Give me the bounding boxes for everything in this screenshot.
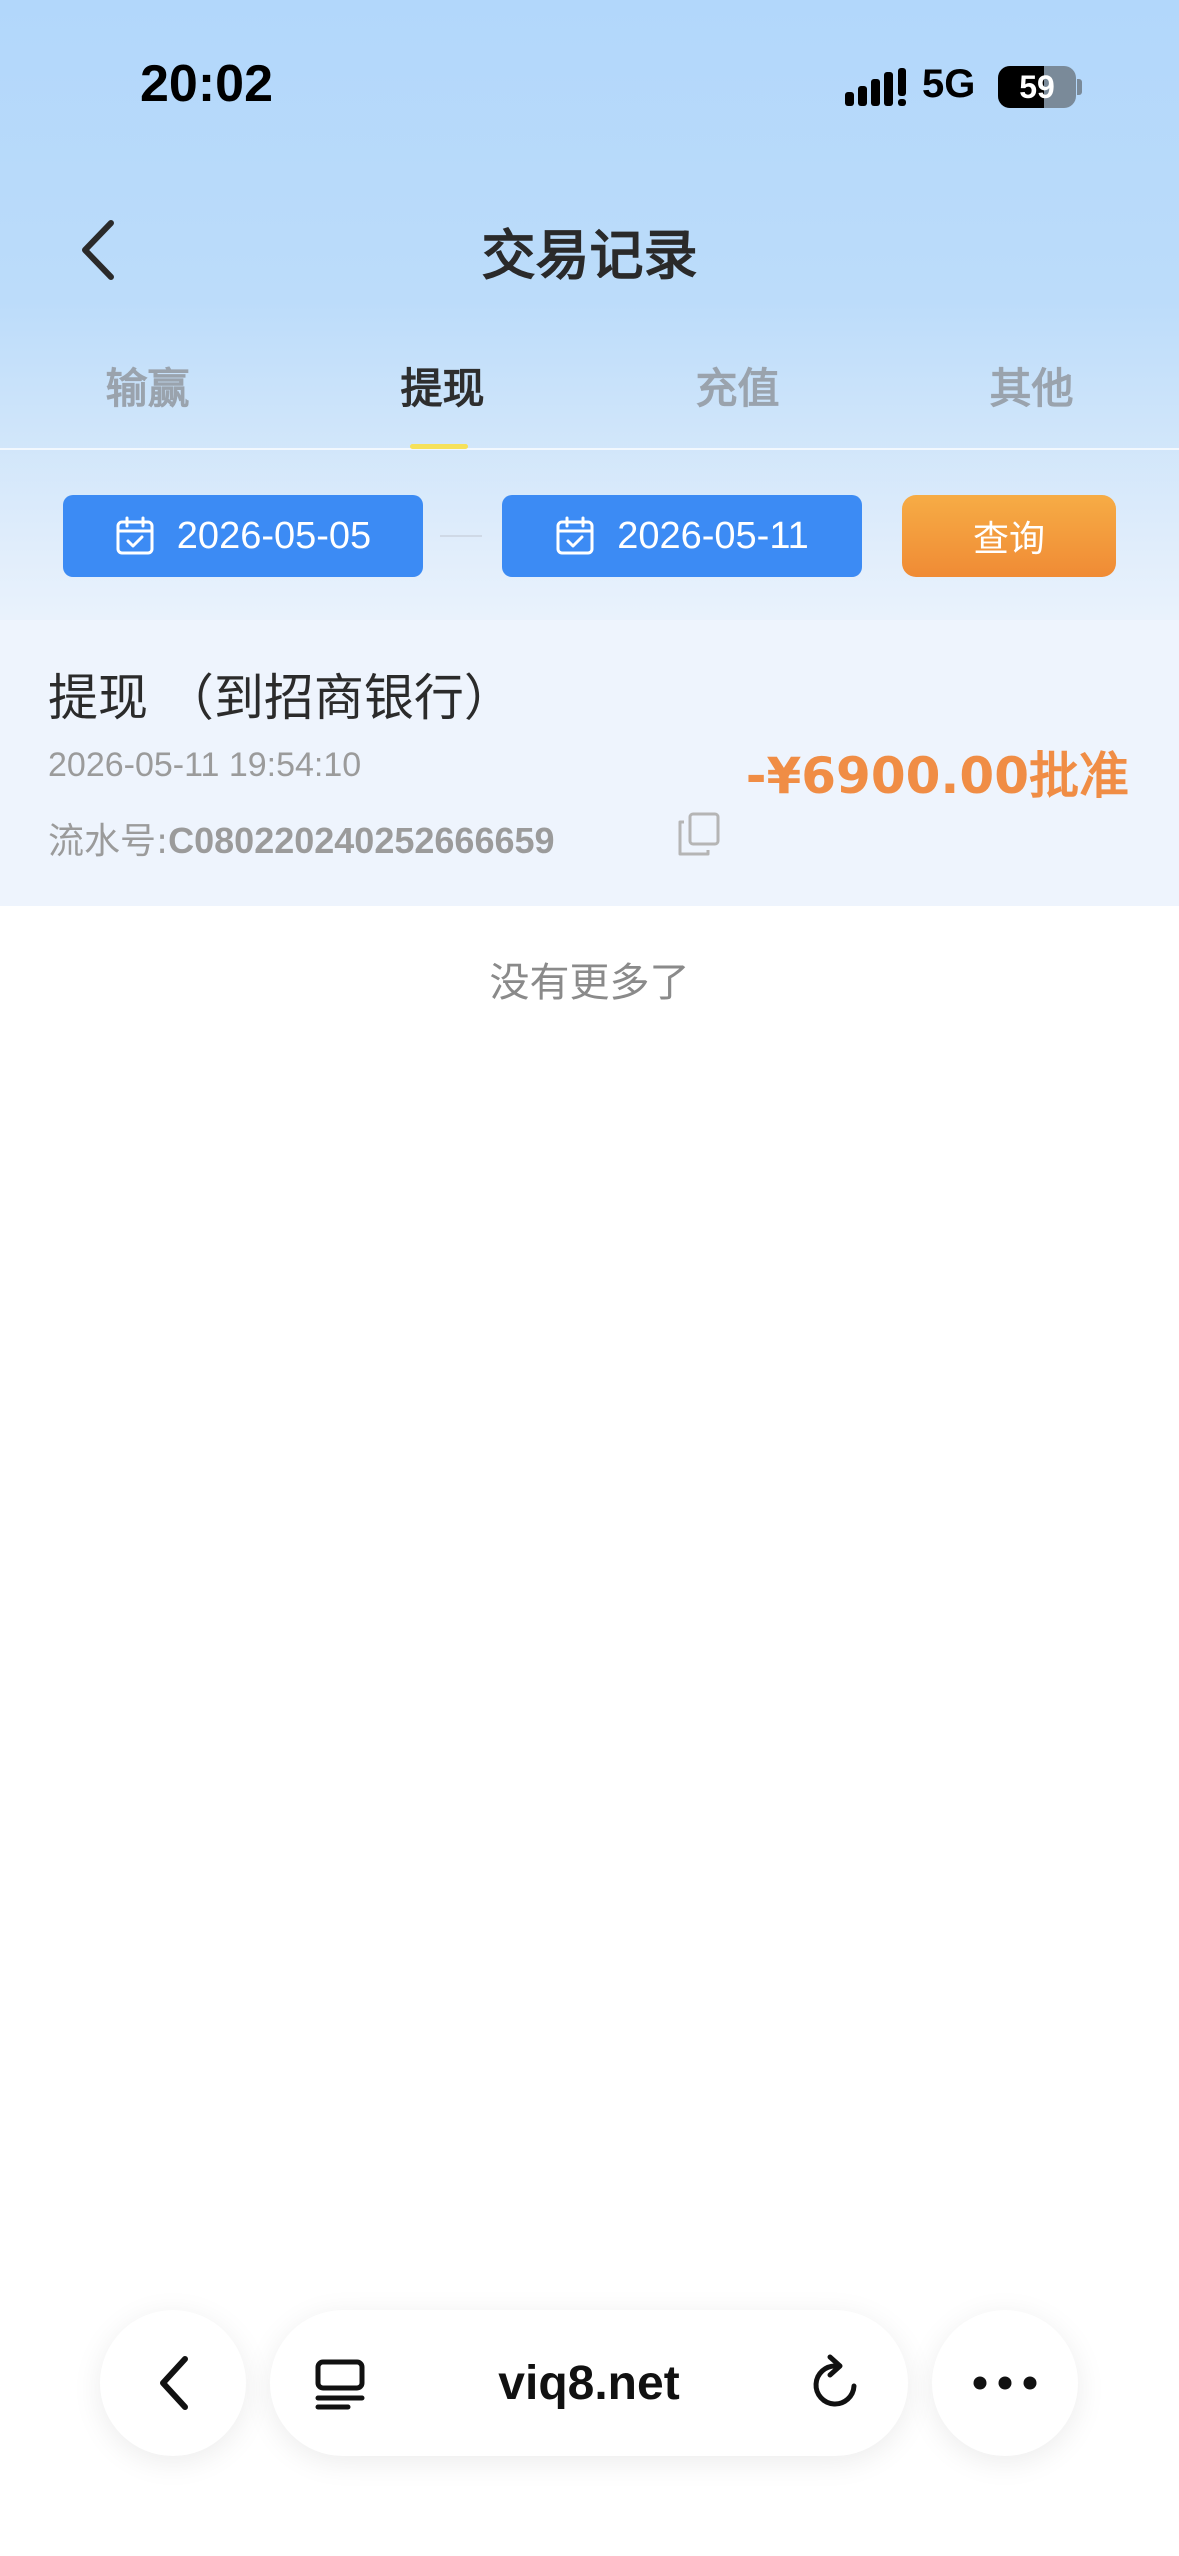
browser-toolbar: viq8.net — [0, 2300, 1179, 2460]
start-date-text: 2026-05-05 — [176, 514, 372, 557]
status-bar: 20:02 5G 59 — [0, 0, 1179, 170]
record-time: 2026-05-11 19:54:10 — [48, 746, 362, 784]
start-date-picker[interactable]: 2026-05-05 — [63, 495, 423, 577]
more-options-button[interactable] — [932, 2310, 1078, 2456]
record-serial: 流水号:C080220240252666659 — [48, 812, 555, 864]
battery-level: 59 — [1019, 68, 1055, 105]
nav-bar: 交易记录 — [0, 190, 1179, 310]
record-title: 提现 （到招商银行） — [48, 669, 514, 727]
more-dots-icon — [973, 2376, 1037, 2390]
chevron-left-icon — [82, 220, 114, 280]
query-button[interactable]: 查询 — [902, 495, 1116, 577]
chevron-left-icon — [160, 2356, 188, 2410]
page-title: 交易记录 — [481, 223, 698, 287]
end-date-picker[interactable]: 2026-05-11 — [502, 495, 862, 577]
address-bar[interactable]: viq8.net — [270, 2310, 908, 2456]
serial-number: C080220240252666659 — [168, 820, 555, 861]
date-separator — [440, 535, 482, 537]
battery-cap — [1077, 79, 1082, 95]
list-end-text: 没有更多了 — [489, 960, 690, 1006]
end-date-text: 2026-05-11 — [617, 514, 809, 557]
signal-icon — [845, 68, 906, 106]
list-item[interactable]: 提现 （到招商银行） 2026-05-11 19:54:10 流水号:C0802… — [0, 620, 1179, 906]
calendar-icon — [555, 516, 595, 556]
back-button[interactable] — [62, 212, 132, 288]
calendar-icon — [115, 516, 155, 556]
date-filter: 2026-05-05 2026-05-11 查询 — [0, 495, 1179, 577]
status-time: 20:02 — [140, 55, 273, 113]
active-tab-indicator — [410, 444, 468, 449]
serial-label: 流水号: — [48, 821, 169, 862]
network-type: 5G — [922, 62, 976, 106]
tab-withdraw[interactable]: 提现 — [295, 320, 590, 450]
tab-win-loss[interactable]: 输赢 — [0, 320, 295, 450]
reload-icon[interactable] — [808, 2354, 864, 2412]
battery-icon: 59 — [998, 66, 1076, 108]
tab-deposit[interactable]: 充值 — [590, 320, 885, 450]
copy-icon[interactable] — [676, 810, 722, 858]
tab-bar: 输赢 提现 充值 其他 — [0, 320, 1179, 450]
browser-back-button[interactable] — [100, 2310, 246, 2456]
tab-other[interactable]: 其他 — [884, 320, 1179, 450]
record-amount: -¥6900.00批准 — [745, 747, 1129, 805]
